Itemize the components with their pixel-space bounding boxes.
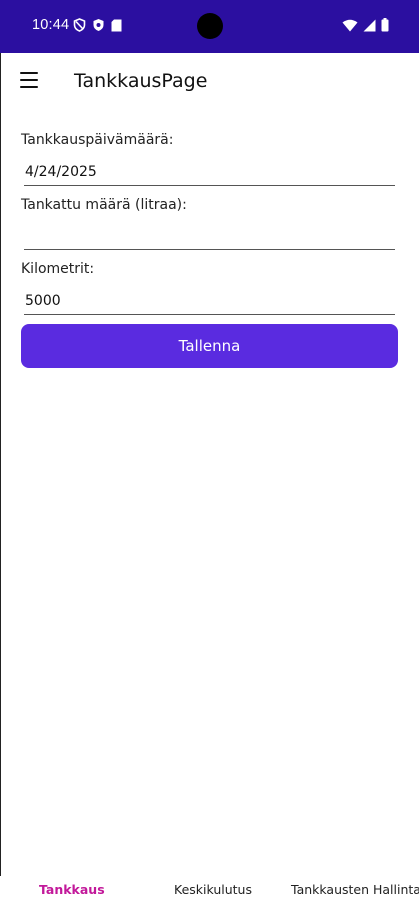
status-icons-left	[73, 18, 122, 32]
tab-keskikulutus[interactable]: Keskikulutus	[174, 882, 252, 897]
tab-tankkaus[interactable]: Tankkaus	[39, 882, 105, 897]
shield-icon	[93, 19, 104, 31]
kilometers-label: Kilometrit:	[21, 261, 95, 277]
save-button[interactable]: Tallenna	[21, 324, 398, 368]
status-bar: 10:44	[0, 0, 419, 53]
wifi-icon	[342, 19, 358, 31]
status-time: 10:44	[32, 17, 70, 33]
page-title: TankkausPage	[74, 70, 208, 92]
bottom-nav: Tankkaus Keskikulutus Tankkausten Hallin…	[0, 876, 419, 906]
no-disturb-icon	[73, 18, 86, 32]
amount-label: Tankattu määrä (litraa):	[21, 197, 187, 213]
left-edge-divider	[0, 53, 1, 906]
battery-icon	[381, 18, 389, 32]
sd-card-icon	[111, 19, 122, 31]
hamburger-menu-icon[interactable]	[20, 72, 38, 88]
camera-cutout	[197, 13, 223, 39]
kilometers-field[interactable]	[24, 287, 395, 315]
date-field[interactable]	[24, 158, 395, 186]
signal-icon	[363, 19, 376, 31]
amount-field[interactable]	[24, 222, 395, 250]
date-label: Tankkauspäivämäärä:	[21, 132, 174, 148]
status-icons-right	[342, 18, 389, 32]
tab-tankkausten-hallinta[interactable]: Tankkausten Hallinta	[291, 882, 419, 897]
app-bar: TankkausPage	[0, 53, 419, 113]
